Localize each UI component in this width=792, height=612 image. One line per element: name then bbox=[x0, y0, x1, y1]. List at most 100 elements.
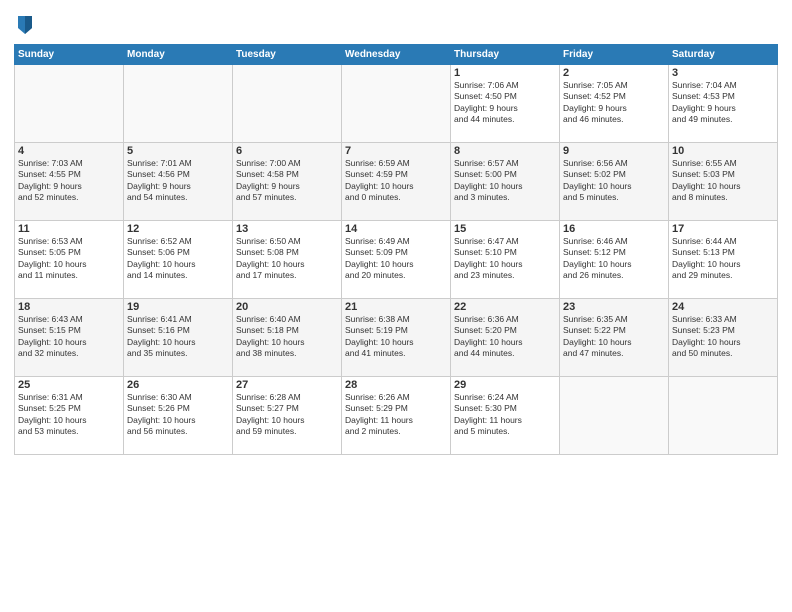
day-detail: Sunrise: 7:03 AM Sunset: 4:55 PM Dayligh… bbox=[18, 158, 120, 204]
calendar-cell bbox=[560, 377, 669, 455]
day-detail: Sunrise: 6:53 AM Sunset: 5:05 PM Dayligh… bbox=[18, 236, 120, 282]
day-number: 27 bbox=[236, 379, 338, 391]
calendar-weekday-tuesday: Tuesday bbox=[233, 45, 342, 65]
calendar-cell: 15Sunrise: 6:47 AM Sunset: 5:10 PM Dayli… bbox=[451, 221, 560, 299]
calendar-cell: 18Sunrise: 6:43 AM Sunset: 5:15 PM Dayli… bbox=[15, 299, 124, 377]
day-number: 4 bbox=[18, 145, 120, 157]
header bbox=[14, 10, 778, 38]
calendar-cell: 10Sunrise: 6:55 AM Sunset: 5:03 PM Dayli… bbox=[669, 143, 778, 221]
day-detail: Sunrise: 6:43 AM Sunset: 5:15 PM Dayligh… bbox=[18, 314, 120, 360]
day-detail: Sunrise: 6:35 AM Sunset: 5:22 PM Dayligh… bbox=[563, 314, 665, 360]
calendar-week-row: 18Sunrise: 6:43 AM Sunset: 5:15 PM Dayli… bbox=[15, 299, 778, 377]
calendar-cell: 1Sunrise: 7:06 AM Sunset: 4:50 PM Daylig… bbox=[451, 65, 560, 143]
day-number: 28 bbox=[345, 379, 447, 391]
calendar-week-row: 4Sunrise: 7:03 AM Sunset: 4:55 PM Daylig… bbox=[15, 143, 778, 221]
calendar-cell: 13Sunrise: 6:50 AM Sunset: 5:08 PM Dayli… bbox=[233, 221, 342, 299]
day-detail: Sunrise: 7:05 AM Sunset: 4:52 PM Dayligh… bbox=[563, 80, 665, 126]
calendar-cell: 3Sunrise: 7:04 AM Sunset: 4:53 PM Daylig… bbox=[669, 65, 778, 143]
day-detail: Sunrise: 6:33 AM Sunset: 5:23 PM Dayligh… bbox=[672, 314, 774, 360]
day-number: 12 bbox=[127, 223, 229, 235]
day-detail: Sunrise: 6:24 AM Sunset: 5:30 PM Dayligh… bbox=[454, 392, 556, 438]
day-number: 9 bbox=[563, 145, 665, 157]
calendar-weekday-saturday: Saturday bbox=[669, 45, 778, 65]
calendar-week-row: 1Sunrise: 7:06 AM Sunset: 4:50 PM Daylig… bbox=[15, 65, 778, 143]
day-number: 8 bbox=[454, 145, 556, 157]
day-detail: Sunrise: 6:44 AM Sunset: 5:13 PM Dayligh… bbox=[672, 236, 774, 282]
day-number: 25 bbox=[18, 379, 120, 391]
day-number: 23 bbox=[563, 301, 665, 313]
calendar-cell bbox=[124, 65, 233, 143]
day-number: 24 bbox=[672, 301, 774, 313]
calendar-cell: 29Sunrise: 6:24 AM Sunset: 5:30 PM Dayli… bbox=[451, 377, 560, 455]
calendar-cell: 17Sunrise: 6:44 AM Sunset: 5:13 PM Dayli… bbox=[669, 221, 778, 299]
calendar-weekday-monday: Monday bbox=[124, 45, 233, 65]
calendar-cell bbox=[233, 65, 342, 143]
day-number: 11 bbox=[18, 223, 120, 235]
day-number: 15 bbox=[454, 223, 556, 235]
calendar-cell: 12Sunrise: 6:52 AM Sunset: 5:06 PM Dayli… bbox=[124, 221, 233, 299]
day-detail: Sunrise: 7:06 AM Sunset: 4:50 PM Dayligh… bbox=[454, 80, 556, 126]
calendar-cell: 20Sunrise: 6:40 AM Sunset: 5:18 PM Dayli… bbox=[233, 299, 342, 377]
logo bbox=[14, 14, 34, 38]
day-number: 1 bbox=[454, 67, 556, 79]
day-number: 26 bbox=[127, 379, 229, 391]
calendar-cell: 2Sunrise: 7:05 AM Sunset: 4:52 PM Daylig… bbox=[560, 65, 669, 143]
day-detail: Sunrise: 6:55 AM Sunset: 5:03 PM Dayligh… bbox=[672, 158, 774, 204]
calendar-cell bbox=[669, 377, 778, 455]
calendar-cell: 16Sunrise: 6:46 AM Sunset: 5:12 PM Dayli… bbox=[560, 221, 669, 299]
calendar-weekday-friday: Friday bbox=[560, 45, 669, 65]
day-number: 5 bbox=[127, 145, 229, 157]
calendar-cell: 5Sunrise: 7:01 AM Sunset: 4:56 PM Daylig… bbox=[124, 143, 233, 221]
day-number: 14 bbox=[345, 223, 447, 235]
day-detail: Sunrise: 7:04 AM Sunset: 4:53 PM Dayligh… bbox=[672, 80, 774, 126]
day-number: 16 bbox=[563, 223, 665, 235]
day-number: 17 bbox=[672, 223, 774, 235]
day-detail: Sunrise: 6:50 AM Sunset: 5:08 PM Dayligh… bbox=[236, 236, 338, 282]
day-detail: Sunrise: 6:56 AM Sunset: 5:02 PM Dayligh… bbox=[563, 158, 665, 204]
calendar-cell: 24Sunrise: 6:33 AM Sunset: 5:23 PM Dayli… bbox=[669, 299, 778, 377]
calendar-header-row: SundayMondayTuesdayWednesdayThursdayFrid… bbox=[15, 45, 778, 65]
calendar-week-row: 11Sunrise: 6:53 AM Sunset: 5:05 PM Dayli… bbox=[15, 221, 778, 299]
logo-icon bbox=[16, 14, 34, 36]
day-number: 21 bbox=[345, 301, 447, 313]
calendar-cell: 8Sunrise: 6:57 AM Sunset: 5:00 PM Daylig… bbox=[451, 143, 560, 221]
calendar-cell: 21Sunrise: 6:38 AM Sunset: 5:19 PM Dayli… bbox=[342, 299, 451, 377]
day-number: 6 bbox=[236, 145, 338, 157]
day-detail: Sunrise: 6:52 AM Sunset: 5:06 PM Dayligh… bbox=[127, 236, 229, 282]
day-detail: Sunrise: 6:38 AM Sunset: 5:19 PM Dayligh… bbox=[345, 314, 447, 360]
calendar-cell: 27Sunrise: 6:28 AM Sunset: 5:27 PM Dayli… bbox=[233, 377, 342, 455]
calendar-cell bbox=[15, 65, 124, 143]
day-detail: Sunrise: 6:41 AM Sunset: 5:16 PM Dayligh… bbox=[127, 314, 229, 360]
calendar-week-row: 25Sunrise: 6:31 AM Sunset: 5:25 PM Dayli… bbox=[15, 377, 778, 455]
page: SundayMondayTuesdayWednesdayThursdayFrid… bbox=[0, 0, 792, 612]
calendar-cell: 4Sunrise: 7:03 AM Sunset: 4:55 PM Daylig… bbox=[15, 143, 124, 221]
calendar-cell bbox=[342, 65, 451, 143]
day-detail: Sunrise: 6:57 AM Sunset: 5:00 PM Dayligh… bbox=[454, 158, 556, 204]
day-detail: Sunrise: 6:26 AM Sunset: 5:29 PM Dayligh… bbox=[345, 392, 447, 438]
day-number: 18 bbox=[18, 301, 120, 313]
day-detail: Sunrise: 6:49 AM Sunset: 5:09 PM Dayligh… bbox=[345, 236, 447, 282]
day-number: 10 bbox=[672, 145, 774, 157]
day-number: 7 bbox=[345, 145, 447, 157]
day-detail: Sunrise: 6:46 AM Sunset: 5:12 PM Dayligh… bbox=[563, 236, 665, 282]
day-number: 19 bbox=[127, 301, 229, 313]
day-number: 20 bbox=[236, 301, 338, 313]
day-detail: Sunrise: 6:59 AM Sunset: 4:59 PM Dayligh… bbox=[345, 158, 447, 204]
day-detail: Sunrise: 6:47 AM Sunset: 5:10 PM Dayligh… bbox=[454, 236, 556, 282]
calendar-cell: 28Sunrise: 6:26 AM Sunset: 5:29 PM Dayli… bbox=[342, 377, 451, 455]
calendar-cell: 9Sunrise: 6:56 AM Sunset: 5:02 PM Daylig… bbox=[560, 143, 669, 221]
calendar-cell: 6Sunrise: 7:00 AM Sunset: 4:58 PM Daylig… bbox=[233, 143, 342, 221]
day-detail: Sunrise: 6:28 AM Sunset: 5:27 PM Dayligh… bbox=[236, 392, 338, 438]
day-number: 13 bbox=[236, 223, 338, 235]
calendar-cell: 23Sunrise: 6:35 AM Sunset: 5:22 PM Dayli… bbox=[560, 299, 669, 377]
day-number: 2 bbox=[563, 67, 665, 79]
calendar-cell: 7Sunrise: 6:59 AM Sunset: 4:59 PM Daylig… bbox=[342, 143, 451, 221]
calendar-cell: 26Sunrise: 6:30 AM Sunset: 5:26 PM Dayli… bbox=[124, 377, 233, 455]
day-detail: Sunrise: 6:40 AM Sunset: 5:18 PM Dayligh… bbox=[236, 314, 338, 360]
calendar-cell: 14Sunrise: 6:49 AM Sunset: 5:09 PM Dayli… bbox=[342, 221, 451, 299]
calendar-weekday-sunday: Sunday bbox=[15, 45, 124, 65]
calendar-table: SundayMondayTuesdayWednesdayThursdayFrid… bbox=[14, 44, 778, 455]
calendar-weekday-wednesday: Wednesday bbox=[342, 45, 451, 65]
day-detail: Sunrise: 6:31 AM Sunset: 5:25 PM Dayligh… bbox=[18, 392, 120, 438]
day-number: 3 bbox=[672, 67, 774, 79]
